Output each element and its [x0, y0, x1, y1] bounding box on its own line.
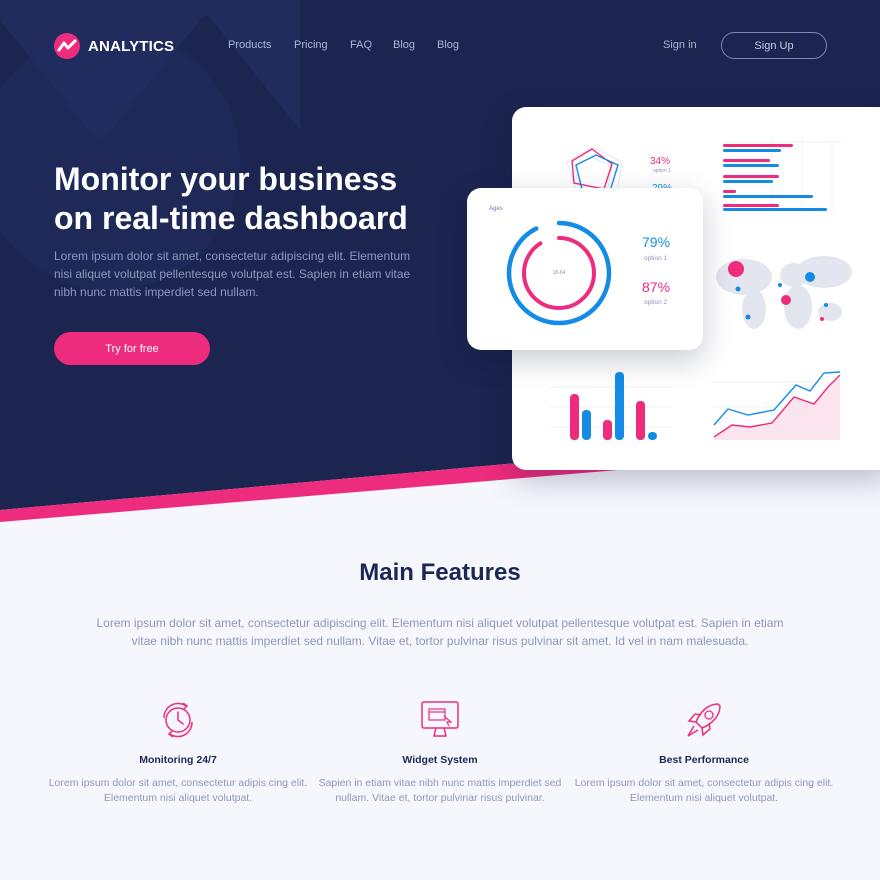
feature-performance: Best Performance Lorem ipsum dolor sit a… — [569, 698, 839, 806]
horizontal-bar-widget — [722, 137, 842, 212]
feature-monitoring: Monitoring 24/7 Lorem ipsum dolor sit am… — [43, 698, 313, 806]
donut-center-label: 18-64 — [553, 270, 566, 276]
radar-pct: 34% — [650, 156, 670, 167]
nav-link-blog-2[interactable]: Blog — [437, 39, 459, 51]
option-2-label: option 2 — [644, 299, 668, 306]
rocket-icon — [687, 703, 721, 737]
ages-donut-chart: 18-64 — [506, 220, 612, 326]
feature-widget-text: Sapien in etiam vitae nibh nunc mattis i… — [318, 777, 562, 804]
vertical-bar-widget — [550, 372, 672, 440]
clock-icon — [163, 702, 193, 738]
option-1-pct: 79% — [642, 234, 671, 250]
nav-link-pricing[interactable]: Pricing — [294, 39, 328, 51]
radar-option-label: option 1 — [653, 168, 671, 174]
features-description: Lorem ipsum dolor sit amet, consectetur … — [96, 616, 784, 648]
ages-donut-card: Ages 18-64 79% option 1 87% option 2 — [467, 188, 703, 350]
brand-logo[interactable]: ANALYTICS — [54, 33, 174, 59]
option-2-pct: 87% — [642, 279, 671, 295]
top-navbar: ANALYTICS Products Pricing FAQ Blog Blog… — [0, 0, 880, 92]
brand-name: ANALYTICS — [88, 37, 175, 55]
feature-widget-title: Widget System — [402, 754, 478, 766]
radar-chart-widget: 34% option 1 29% — [566, 146, 672, 194]
nav-link-faq[interactable]: FAQ — [350, 39, 372, 51]
hero-title-line-1: Monitor your business — [54, 161, 398, 197]
feature-performance-title: Best Performance — [659, 754, 749, 766]
feature-performance-text: Lorem ipsum dolor sit amet, consectetur … — [574, 777, 834, 804]
nav-link-blog[interactable]: Blog — [393, 39, 415, 51]
nav-link-products[interactable]: Products — [228, 39, 271, 51]
sign-up-button[interactable]: Sign Up — [721, 32, 827, 59]
features-title: Main Features — [359, 559, 521, 586]
line-area-widget — [712, 371, 841, 440]
feature-monitoring-title: Monitoring 24/7 — [139, 754, 217, 766]
feature-monitoring-text: Lorem ipsum dolor sit amet, consectetur … — [48, 777, 308, 804]
hero-description: Lorem ipsum dolor sit amet, consectetur … — [54, 249, 411, 299]
hero-title: Monitor your business on real-time dashb… — [54, 160, 454, 238]
try-for-free-button[interactable]: Try for free — [54, 332, 210, 365]
hero-title-line-2: on real-time dashboard — [54, 200, 408, 236]
logo-icon — [54, 33, 80, 59]
feature-widget-system: Widget System Sapien in etiam vitae nibh… — [305, 698, 575, 806]
option-1-label: option 1 — [644, 255, 668, 262]
sign-in-link[interactable]: Sign in — [663, 39, 697, 51]
monitor-icon — [421, 701, 459, 737]
world-map-widget — [716, 256, 852, 329]
